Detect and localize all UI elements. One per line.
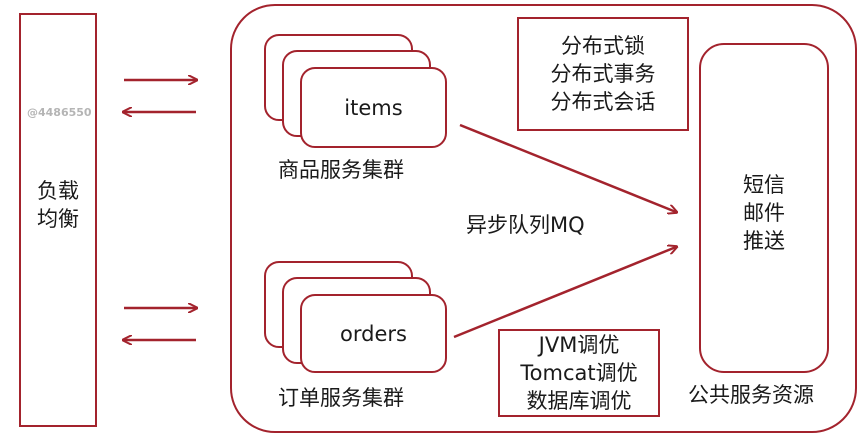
orders-cluster-caption: 订单服务集群: [278, 386, 404, 410]
public-services-caption: 公共服务资源: [688, 383, 814, 407]
watermark: @4486550: [27, 106, 92, 119]
queue-label: 异步队列MQ: [466, 213, 585, 237]
orders-node-label: orders: [340, 321, 407, 346]
distributed-line-transaction: 分布式事务: [550, 62, 656, 86]
public-service-email: 邮件: [743, 200, 785, 225]
load-balancer-line-1: 负载: [37, 179, 79, 203]
distributed-line-lock: 分布式锁: [561, 34, 645, 58]
load-balancer-label: 负载 均衡: [20, 175, 96, 235]
items-node-label: items: [344, 95, 403, 120]
public-service-sms: 短信: [743, 172, 785, 197]
tuning-line-database: 数据库调优: [526, 389, 632, 413]
items-cluster-caption: 商品服务集群: [278, 158, 404, 182]
tuning-line-tomcat: Tomcat调优: [520, 361, 638, 385]
tuning-line-jvm: JVM调优: [538, 333, 620, 357]
public-services-text: 短信 邮件 推送: [700, 165, 828, 260]
distributed-box-text: 分布式锁 分布式事务 分布式会话: [518, 18, 688, 130]
public-service-push: 推送: [743, 228, 785, 253]
distributed-line-session: 分布式会话: [550, 90, 656, 114]
tuning-box-text: JVM调优 Tomcat调优 数据库调优: [499, 330, 659, 416]
load-balancer-line-2: 均衡: [37, 207, 79, 231]
